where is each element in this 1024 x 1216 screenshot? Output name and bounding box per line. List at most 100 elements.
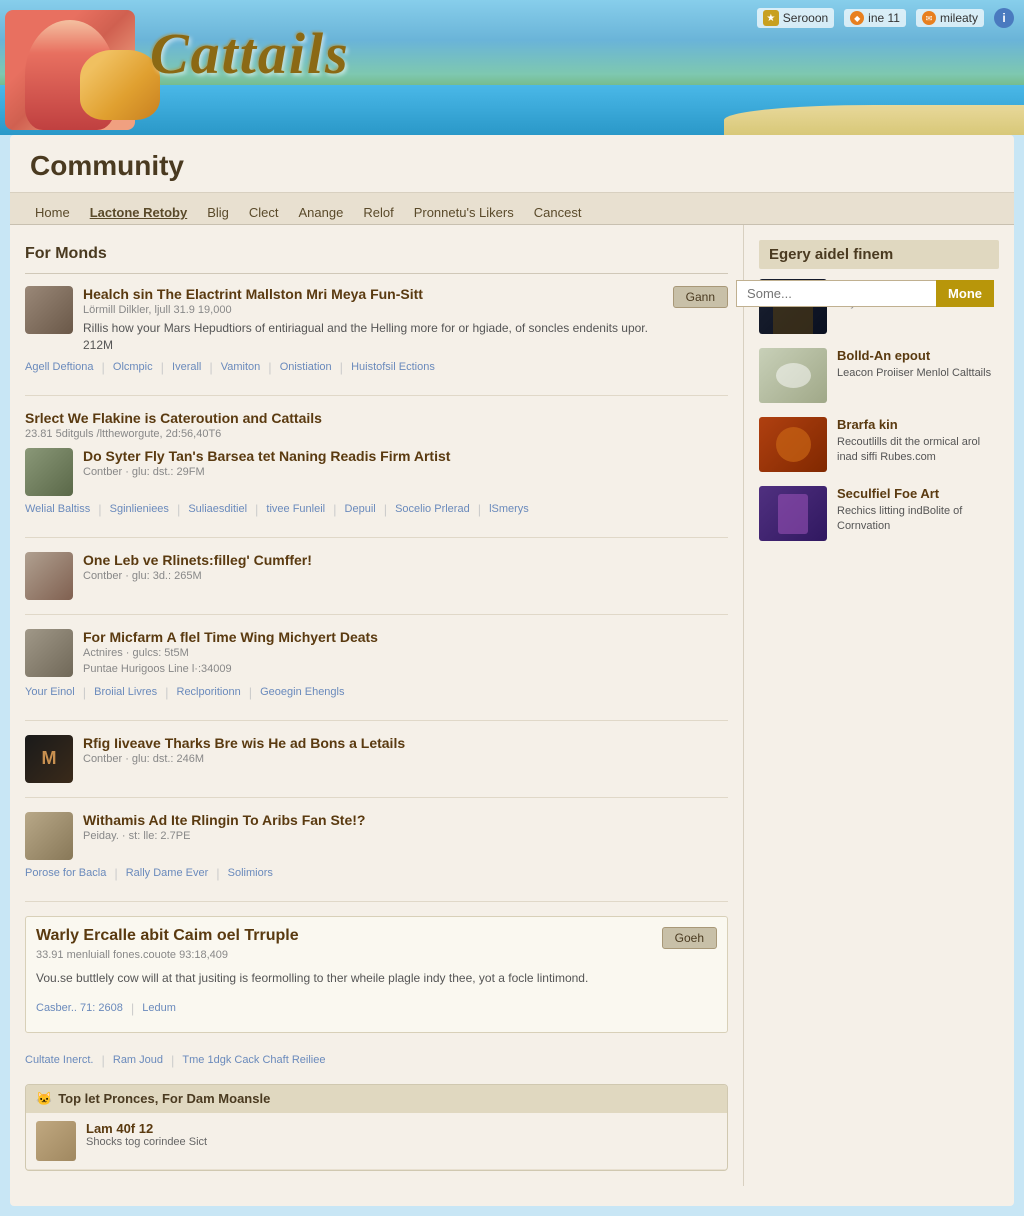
avatar: M	[25, 735, 73, 783]
post-header: Withamis Ad Ite Rlingin To Aribs Fan Ste…	[25, 812, 728, 860]
post-tag[interactable]: Huistofsil Ections	[351, 361, 435, 373]
post-title[interactable]: Rfig Iiveave Tharks Bre wis He ad Bons a…	[83, 735, 728, 751]
post-tag[interactable]: Casber.. 71: 2608	[36, 1002, 123, 1014]
post-tag[interactable]: Broiial Livres	[94, 686, 157, 698]
info-button[interactable]: i	[994, 8, 1014, 28]
game-title: Cattails	[150, 20, 350, 87]
post-item: One Leb ve Rlinets:filleg' Cumffer! Cont…	[25, 552, 728, 615]
post-tag[interactable]: Iverall	[172, 361, 201, 373]
post-tag[interactable]: lSmerys	[489, 503, 529, 515]
footer-tag[interactable]: Cultate Inerct.	[25, 1054, 93, 1066]
post-tag[interactable]: Reclporitionn	[177, 686, 241, 698]
post-meta: Peiday. · st: lle: 2.7PE	[83, 830, 728, 842]
post-body: For Micfarm A flel Time Wing Michyert De…	[83, 629, 728, 679]
post-tag[interactable]: Porose for Bacla	[25, 867, 106, 879]
tab-anange[interactable]: Anange	[289, 201, 354, 224]
goeh-button[interactable]: Goeh	[662, 927, 717, 949]
user-mail[interactable]: ✉ mileaty	[916, 9, 984, 27]
tab-home[interactable]: Home	[25, 201, 80, 224]
sidebar-item-desc: Rechics litting indBolite of Cornvation	[837, 504, 999, 535]
avatar	[25, 812, 73, 860]
post-tag[interactable]: Solimiors	[228, 867, 273, 879]
bottom-box-name[interactable]: Lam 40f 12	[86, 1121, 717, 1136]
large-post-tags: Casber.. 71: 2608 | Ledum	[36, 995, 717, 1022]
post-tags: Welial Baltiss | Sginlieniees | Suliaesd…	[25, 496, 728, 523]
post-tag[interactable]: Welial Baltiss	[25, 503, 90, 515]
post-body: Rfig Iiveave Tharks Bre wis He ad Bons a…	[83, 735, 728, 769]
footer-tag[interactable]: Tme 1dgk Cack Chaft Reiliee	[182, 1054, 325, 1066]
sidebar-item-content: Seculfiel Foe Art Rechics litting indBol…	[837, 486, 999, 535]
post-title[interactable]: Healch sin The Elactrint Mallston Mri Me…	[83, 286, 673, 302]
post-tag[interactable]: Socelio Prlerad	[395, 503, 470, 515]
footer-tag[interactable]: Ram Joud	[113, 1054, 163, 1066]
post-body: Do Syter Fly Tan's Barsea tet Naning Rea…	[83, 448, 728, 482]
game-header: Cattails ★ Serooon ◆ ine 11 ✉ mileaty i	[0, 0, 1024, 135]
post-tag[interactable]: Depuil	[345, 503, 376, 515]
post-meta: Lörmill Dilkler, ljull 31.9 19,000	[83, 304, 673, 316]
top-user-bar: ★ Serooon ◆ ine 11 ✉ mileaty i	[757, 8, 1014, 28]
tab-clect[interactable]: Clect	[239, 201, 289, 224]
sidebar-thumbnail	[759, 486, 827, 541]
post-header: For Micfarm A flel Time Wing Michyert De…	[25, 629, 728, 679]
post-item: For Micfarm A flel Time Wing Michyert De…	[25, 629, 728, 721]
main-column: For Monds Gann Healch sin The Elactrint …	[10, 225, 744, 1186]
bottom-box-desc: Shocks tog corindee Sict	[86, 1136, 717, 1148]
nav-tabs: Home Lactone Retoby Blig Clect Anange Re…	[10, 193, 1014, 225]
post-tag[interactable]: Agell Deftiona	[25, 361, 94, 373]
search-input[interactable]	[736, 280, 936, 307]
post-tags: Porose for Bacla | Rally Dame Ever | Sol…	[25, 860, 728, 887]
sidebar-thumbnail	[759, 417, 827, 472]
bottom-box-item: Lam 40f 12 Shocks tog corindee Sict	[26, 1113, 727, 1170]
search-button[interactable]: Mone	[936, 280, 994, 307]
header-sand	[724, 105, 1024, 135]
content-layout: For Monds Gann Healch sin The Elactrint …	[10, 225, 1014, 1186]
sidebar-item: Brarfa kin Recoutlills dit the ormical a…	[759, 417, 999, 472]
post-title[interactable]: One Leb ve Rlinets:filleg' Cumffer!	[83, 552, 728, 568]
post-body: One Leb ve Rlinets:filleg' Cumffer! Cont…	[83, 552, 728, 586]
post-tag[interactable]: Geoegin Ehengls	[260, 686, 344, 698]
post-title[interactable]: Withamis Ad Ite Rlingin To Aribs Fan Ste…	[83, 812, 728, 828]
post-tags: Your Einol | Broiial Livres | Reclporiti…	[25, 679, 728, 706]
sidebar: Egery aidel finem Rhchora l Bocls to Fat…	[744, 225, 1014, 1186]
post-title[interactable]: For Micfarm A flel Time Wing Michyert De…	[83, 629, 728, 645]
gann-button[interactable]: Gann	[673, 286, 728, 308]
user-serooon[interactable]: ★ Serooon	[757, 8, 834, 28]
tab-relof[interactable]: Relof	[353, 201, 403, 224]
tab-blig[interactable]: Blig	[197, 201, 239, 224]
sidebar-item-title[interactable]: Brarfa kin	[837, 417, 999, 432]
tab-pronnetu[interactable]: Pronnetu's Likers	[404, 201, 524, 224]
post-tag[interactable]: Rally Dame Ever	[126, 867, 209, 879]
main-wrapper: Community Mone Home Lactone Retoby Blig …	[10, 135, 1014, 1206]
sidebar-item-content: Brarfa kin Recoutlills dit the ormical a…	[837, 417, 999, 466]
avatar	[25, 552, 73, 600]
large-post-title[interactable]: Warly Ercalle abit Caim oel Trruple	[36, 927, 717, 945]
bottom-box: 🐱 Top let Pronces, For Dam Moansle Lam 4…	[25, 1084, 728, 1171]
bottom-box-content: Lam 40f 12 Shocks tog corindee Sict	[86, 1121, 717, 1148]
post-header: One Leb ve Rlinets:filleg' Cumffer! Cont…	[25, 552, 728, 600]
avatar	[25, 448, 73, 496]
sidebar-item-title[interactable]: Bolld-An epout	[837, 348, 999, 363]
post-tag[interactable]: Ledum	[142, 1002, 176, 1014]
bottom-box-icon: 🐱	[36, 1091, 52, 1107]
tab-cancest[interactable]: Cancest	[524, 201, 592, 224]
post-title[interactable]: Srlect We Flakine is Cateroution and Cat…	[25, 410, 728, 426]
sidebar-item-title[interactable]: Seculfiel Foe Art	[837, 486, 999, 501]
post-tag[interactable]: Olcmpic	[113, 361, 153, 373]
user-currency[interactable]: ◆ ine 11	[844, 9, 906, 27]
post-tag[interactable]: Onistiation	[280, 361, 332, 373]
post-tag[interactable]: Suliaesditiel	[188, 503, 247, 515]
tab-lactone[interactable]: Lactone Retoby	[80, 201, 198, 224]
bottom-box-header: 🐱 Top let Pronces, For Dam Moansle	[26, 1085, 727, 1113]
post-tags: Agell Deftiona | Olcmpic | Iverall | Vam…	[25, 354, 728, 381]
post-tag[interactable]: Sginlieniees	[110, 503, 169, 515]
mail-icon: ✉	[922, 11, 936, 25]
post-title[interactable]: Do Syter Fly Tan's Barsea tet Naning Rea…	[83, 448, 728, 464]
sidebar-item-content: Bolld-An epout Leacon Proiiser Menlol Ca…	[837, 348, 999, 381]
large-post-meta: 33.91 menluiall fones.couote 93:18,409	[36, 949, 717, 961]
post-tag[interactable]: Your Einol	[25, 686, 75, 698]
sidebar-item: Seculfiel Foe Art Rechics litting indBol…	[759, 486, 999, 541]
post-meta: Contber · glu: dst.: 246M	[83, 753, 728, 765]
post-tag[interactable]: tivee Funleil	[266, 503, 325, 515]
post-item: Srlect We Flakine is Cateroution and Cat…	[25, 410, 728, 538]
post-tag[interactable]: Vamiton	[221, 361, 261, 373]
